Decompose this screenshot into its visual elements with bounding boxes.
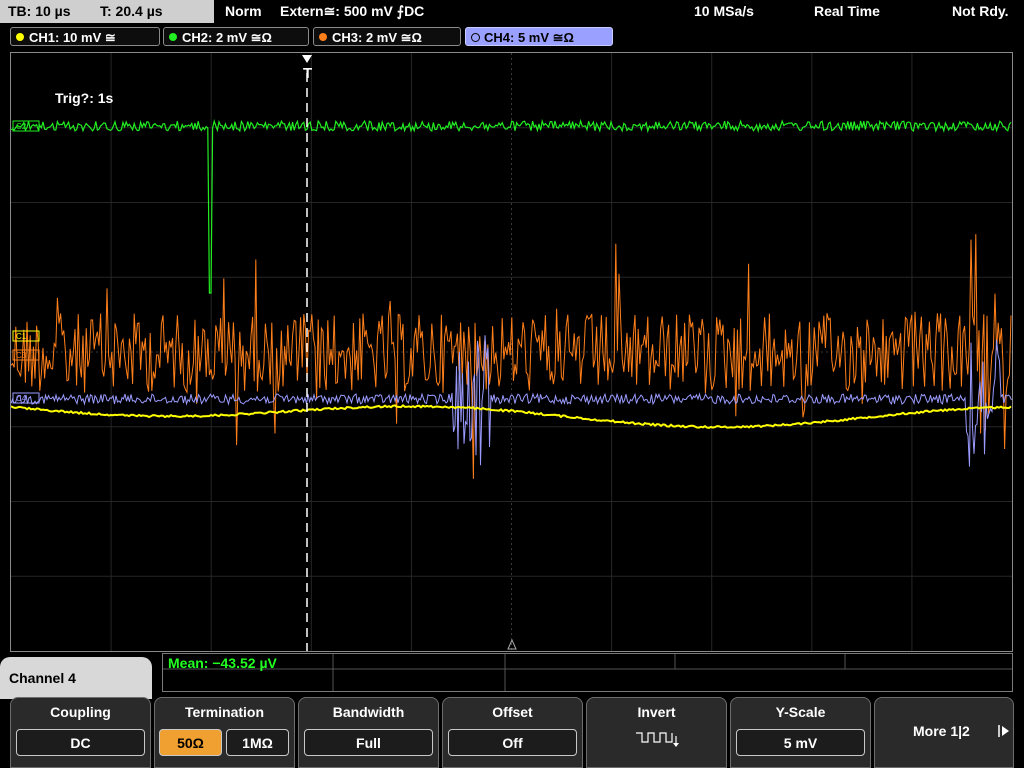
- coupling-value[interactable]: DC: [16, 729, 145, 756]
- termination-1mohm-option[interactable]: 1MΩ: [226, 729, 289, 756]
- termination-softkey[interactable]: Termination 50Ω 1MΩ: [154, 697, 295, 768]
- waveform-canvas: T Trig?: 1s C2 C1 C3 C4: [11, 53, 1012, 651]
- termination-title: Termination: [184, 704, 265, 720]
- timebase-box[interactable]: TB: 10 µs T: 20.4 µs: [0, 0, 214, 23]
- acquisition-mode: Real Time: [814, 3, 880, 19]
- svg-text:C4: C4: [16, 394, 27, 403]
- tab-ch2-label: CH2: 2 mV ≅Ω: [182, 30, 272, 45]
- termination-50ohm-option[interactable]: 50Ω: [159, 729, 222, 756]
- ch3-ground-marker[interactable]: C3: [12, 349, 40, 361]
- yscale-softkey[interactable]: Y-Scale 5 mV: [730, 697, 871, 768]
- svg-text:C2: C2: [16, 122, 27, 131]
- tab-ch4[interactable]: CH4: 5 mV ≅Ω: [465, 27, 613, 46]
- sample-rate: 10 MSa/s: [694, 3, 754, 19]
- offset-title: Offset: [492, 704, 533, 720]
- offset-softkey[interactable]: Offset Off: [442, 697, 583, 768]
- svg-text:C1: C1: [16, 332, 27, 341]
- arrow-right-icon: [998, 725, 1009, 737]
- bandwidth-value[interactable]: Full: [304, 729, 433, 756]
- ch1-ground-marker[interactable]: C1: [12, 330, 40, 342]
- svg-text:C3: C3: [16, 351, 27, 360]
- trigger-marker-arrow-icon[interactable]: [302, 55, 312, 63]
- measurement-grid: [163, 654, 1012, 691]
- trigger-marker-label: T: [303, 65, 312, 82]
- active-channel-label: Channel 4: [0, 657, 152, 699]
- ch4-dot-icon: [471, 33, 480, 42]
- offset-value[interactable]: Off: [448, 729, 577, 756]
- tab-ch2[interactable]: CH2: 2 mV ≅Ω: [163, 27, 309, 46]
- tab-ch3-label: CH3: 2 mV ≅Ω: [332, 30, 422, 45]
- bandwidth-softkey[interactable]: Bandwidth Full: [298, 697, 439, 768]
- coupling-softkey[interactable]: Coupling DC: [10, 697, 151, 768]
- run-state: Not Rdy.: [952, 3, 1009, 19]
- more-label: More 1|2: [913, 723, 970, 739]
- invert-wave-icon: [636, 732, 679, 747]
- timebase: TB: 10 µs: [8, 3, 71, 19]
- ch3-dot-icon: [319, 33, 327, 41]
- tab-ch1-label: CH1: 10 mV ≅: [29, 30, 116, 45]
- mean-measurement: Mean: −43.52 µV: [168, 655, 277, 671]
- trigger-source[interactable]: Extern≅: 500 mV ⨍DC: [280, 0, 424, 23]
- tab-ch3[interactable]: CH3: 2 mV ≅Ω: [313, 27, 461, 46]
- measurement-panel[interactable]: Mean: −43.52 µV: [162, 653, 1013, 692]
- grid-lines: [11, 53, 1012, 651]
- trigger-time: T: 20.4 µs: [100, 3, 163, 19]
- trigger-mode[interactable]: Norm: [225, 0, 262, 23]
- yscale-value[interactable]: 5 mV: [736, 729, 865, 756]
- more-softkey[interactable]: More 1|2: [874, 697, 1014, 768]
- yscale-title: Y-Scale: [775, 704, 826, 720]
- coupling-title: Coupling: [50, 704, 111, 720]
- ch2-trace: [11, 118, 1012, 294]
- bandwidth-title: Bandwidth: [332, 704, 405, 720]
- trigger-status-note: Trig?: 1s: [55, 90, 114, 106]
- ch1-dot-icon: [16, 33, 24, 41]
- ch2-dot-icon: [169, 33, 177, 41]
- invert-softkey[interactable]: Invert: [586, 697, 727, 768]
- ch3-trace: [11, 234, 1012, 479]
- waveform-display[interactable]: T Trig?: 1s C2 C1 C3 C4: [10, 52, 1013, 652]
- tab-ch4-label: CH4: 5 mV ≅Ω: [484, 30, 574, 45]
- tab-ch1[interactable]: CH1: 10 mV ≅: [10, 27, 160, 46]
- invert-title: Invert: [637, 704, 676, 720]
